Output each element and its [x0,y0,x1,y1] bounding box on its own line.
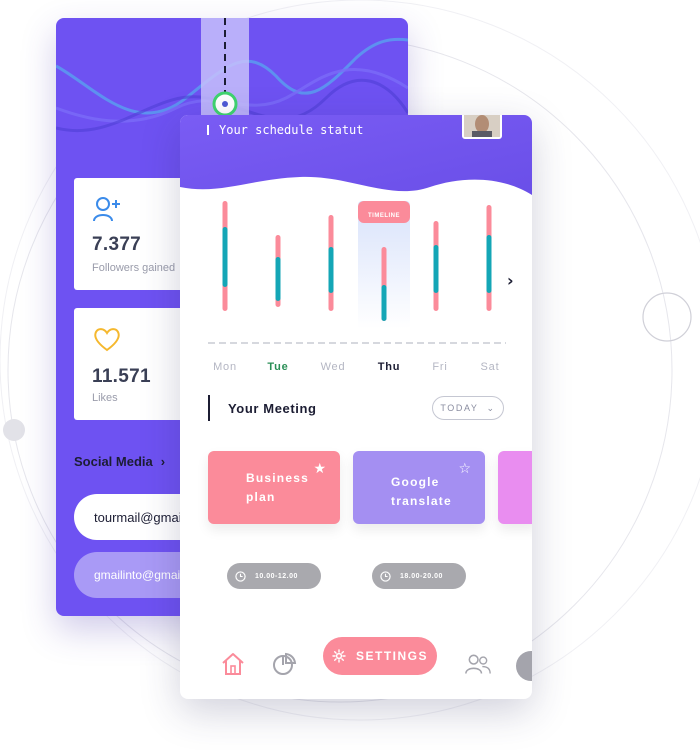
schedule-bar-chart: TIMELINE [208,201,506,344]
weekday-labels: Mon Tue Wed Thu Fri Sat [208,361,508,377]
section-marker [208,395,210,421]
schedule-bar-segment [222,227,228,287]
schedule-bar-segment [275,257,281,301]
settings-label: SETTINGS [355,649,428,663]
timeline-badge [358,201,410,223]
meeting-card-business-plan[interactable]: Business plan ★ [208,451,340,524]
day-label-mon[interactable]: Mon [205,361,245,373]
followers-value: 7.377 [92,234,142,255]
social-media-link[interactable]: Social Media › [74,454,165,469]
likes-value: 11.571 [92,366,151,387]
schedule-title: Your schedule statut [207,123,364,137]
likes-label: Likes [92,392,118,404]
meeting-time-pill: 18.00-20.00 [372,563,466,589]
schedule-card: Your schedule statut TIMELINE › Mon Tue We… [180,115,532,699]
star-outline-icon[interactable]: ☆ [458,461,471,477]
today-filter-dropdown[interactable]: TODAY ⌄ [432,396,504,420]
meeting-time-pill: 10.00-12.00 [227,563,321,589]
avatar[interactable] [462,115,502,139]
day-label-wed[interactable]: Wed [313,361,353,373]
gear-icon [332,649,346,663]
meeting-time: 18.00-20.00 [400,572,443,580]
meeting-time: 10.00-12.00 [255,572,298,580]
day-label-fri[interactable]: Fri [420,361,460,373]
today-filter-label: TODAY [440,403,479,413]
meeting-section-title: Your Meeting [228,401,317,416]
pie-chart-icon[interactable] [271,651,297,677]
day-label-thu[interactable]: Thu [369,361,409,373]
schedule-bar-segment [381,285,387,321]
user-add-icon [93,197,120,222]
meeting-card-google-translate[interactable]: Google translate ☆ [353,451,485,524]
star-filled-icon[interactable]: ★ [313,461,326,477]
followers-label: Followers gained [92,262,176,274]
schedule-bar-segment [433,245,439,293]
day-label-sat[interactable]: Sat [470,361,510,373]
clock-icon [235,570,246,582]
more-icon[interactable] [516,651,532,681]
timeline-label: TIMELINE [368,213,400,219]
chevron-right-icon: › [160,454,166,469]
home-icon[interactable] [220,651,246,677]
avatar-photo [464,115,500,137]
meeting-title: Google translate [391,475,452,508]
meeting-card-partial[interactable] [498,451,532,524]
chevron-down-icon: ⌄ [486,402,496,413]
title-marker [207,125,209,135]
heart-icon [94,328,120,352]
chevron-right-icon[interactable]: › [507,271,514,290]
schedule-bar-segment [328,247,334,293]
users-icon[interactable] [465,651,491,677]
bottom-navigation: SETTINGS [180,635,532,699]
day-label-tue[interactable]: Tue [258,361,298,373]
schedule-bar-segment [486,235,492,293]
clock-icon [380,570,391,582]
schedule-title-text: Your schedule statut [219,123,364,137]
social-media-label: Social Media [74,454,153,469]
settings-button[interactable]: SETTINGS [323,637,437,675]
